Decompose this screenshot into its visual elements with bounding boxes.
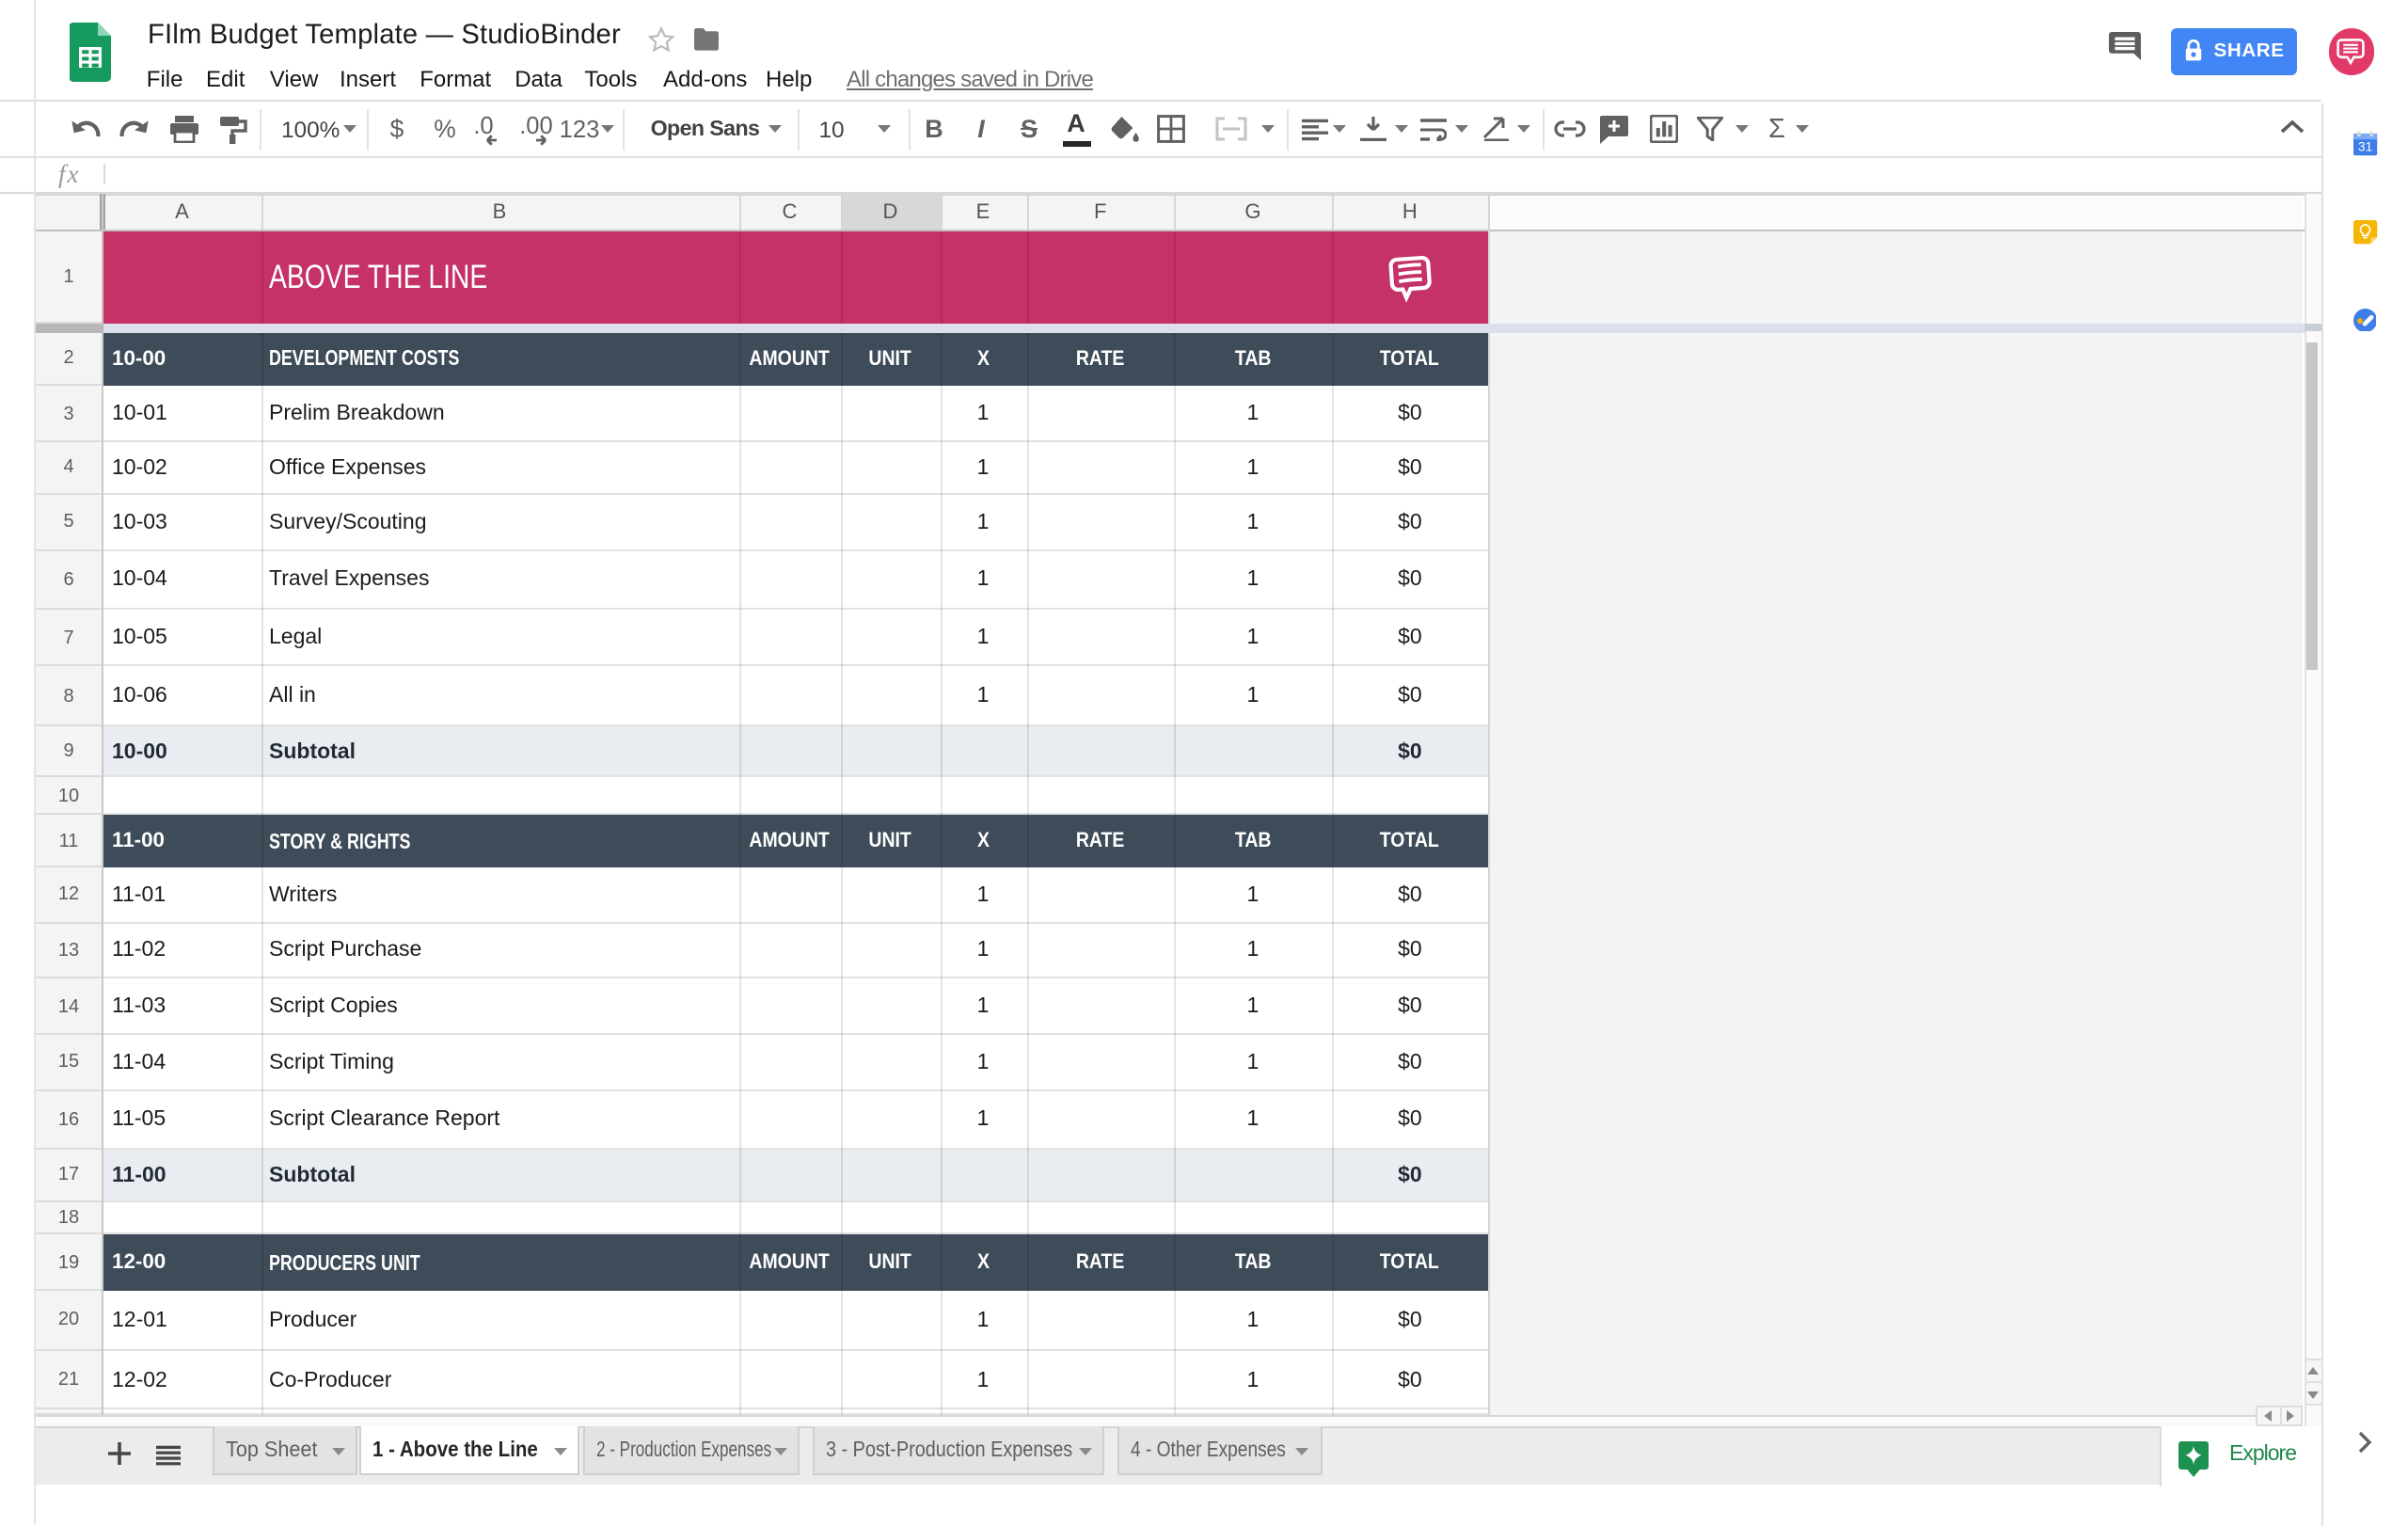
svg-text:31: 31 — [2358, 140, 2372, 154]
